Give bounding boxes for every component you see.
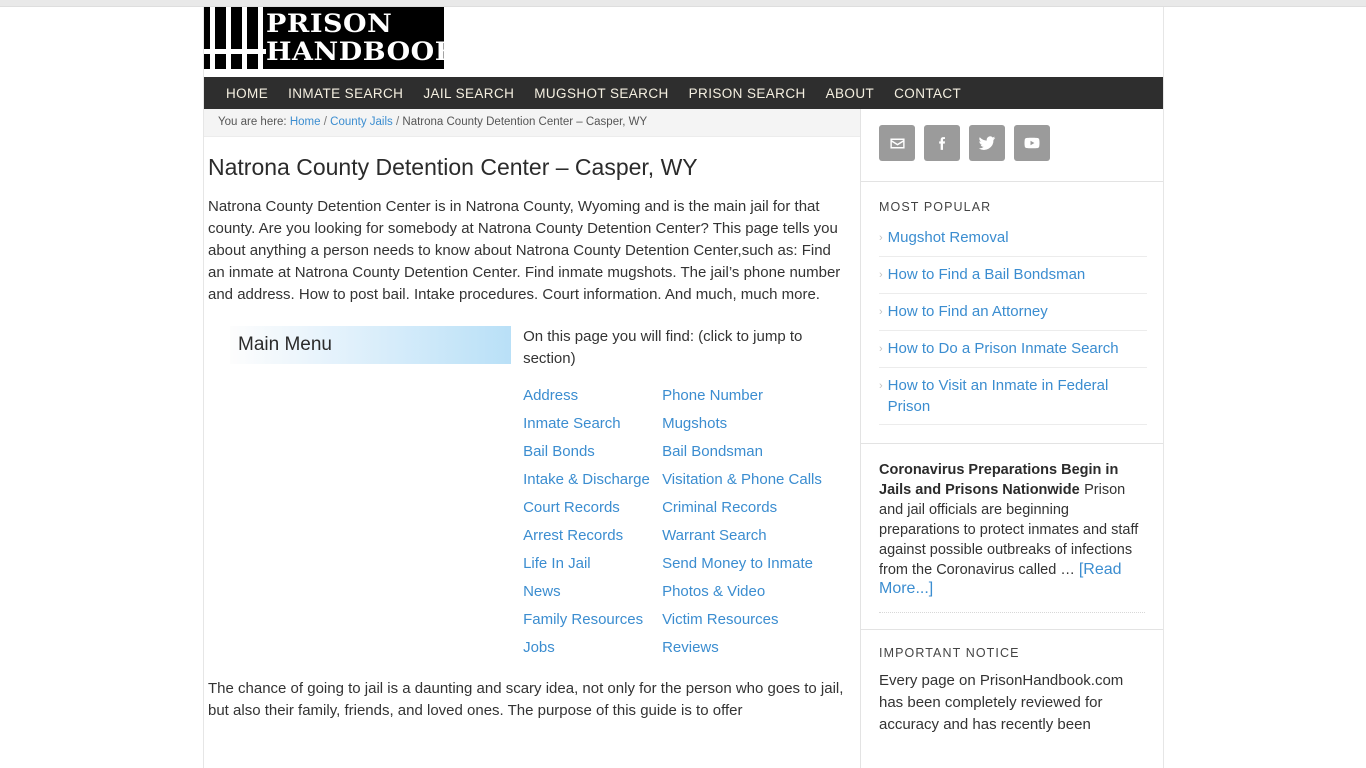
list-item[interactable]: › How to Do a Prison Inmate Search	[879, 331, 1147, 368]
list-item[interactable]: › How to Find a Bail Bondsman	[879, 257, 1147, 294]
jump-link-court-records[interactable]: Court Records	[523, 494, 662, 522]
news-divider	[879, 612, 1145, 613]
breadcrumb-prefix: You are here:	[218, 116, 287, 128]
prison-bars-icon	[204, 7, 266, 69]
news-widget: Coronavirus Preparations Begin in Jails …	[861, 444, 1163, 630]
popular-link-find-attorney[interactable]: How to Find an Attorney	[888, 301, 1048, 322]
jump-link-arrest-records[interactable]: Arrest Records	[523, 522, 662, 550]
site-header: PRISON HANDBOOK	[204, 7, 1163, 77]
top-gray-strip	[0, 0, 1366, 7]
jump-link-news[interactable]: News	[523, 578, 662, 606]
jump-link-bail-bonds[interactable]: Bail Bonds	[523, 438, 662, 466]
menu-and-links-row: Main Menu On this page you will find: (c…	[208, 326, 846, 662]
main-content: You are here: Home / County Jails / Natr…	[204, 109, 860, 768]
news-headline-link[interactable]: Coronavirus Preparations Begin in Jails …	[879, 462, 1118, 498]
nav-item-jail-search[interactable]: JAIL SEARCH	[413, 86, 524, 101]
jump-link-bail-bondsman[interactable]: Bail Bondsman	[662, 438, 846, 466]
most-popular-list: › Mugshot Removal › How to Find a Bail B…	[879, 220, 1147, 425]
important-notice-body: Every page on PrisonHandbook.com has bee…	[879, 672, 1124, 733]
facebook-icon[interactable]	[924, 125, 960, 161]
main-menu-label: Main Menu	[238, 334, 332, 355]
jump-link-phone-number[interactable]: Phone Number	[662, 382, 846, 410]
jump-link-family-resources[interactable]: Family Resources	[523, 606, 662, 634]
nav-item-about[interactable]: ABOUT	[816, 86, 885, 101]
on-this-page-text: On this page you will find: (click to ju…	[523, 328, 803, 367]
page-container: PRISON HANDBOOK HOME INMATE SEARCH JAIL …	[203, 7, 1164, 768]
chevron-right-icon: ›	[879, 269, 883, 281]
popular-link-prison-inmate-search[interactable]: How to Do a Prison Inmate Search	[888, 338, 1119, 359]
breadcrumb-separator-2: /	[395, 116, 400, 128]
jump-link-criminal-records[interactable]: Criminal Records	[662, 494, 846, 522]
important-notice-widget: IMPORTANT NOTICE Every page on PrisonHan…	[861, 630, 1163, 746]
nav-item-home[interactable]: HOME	[216, 86, 278, 101]
logo-line-prison: PRISON	[266, 9, 393, 38]
nav-item-prison-search[interactable]: PRISON SEARCH	[679, 86, 816, 101]
chevron-right-icon: ›	[879, 306, 883, 318]
page-title: Natrona County Detention Center – Casper…	[208, 154, 698, 180]
social-icon-row	[879, 125, 1145, 161]
popular-link-find-bail-bondsman[interactable]: How to Find a Bail Bondsman	[888, 264, 1086, 285]
jump-link-address[interactable]: Address	[523, 382, 662, 410]
jump-link-life-in-jail[interactable]: Life In Jail	[523, 550, 662, 578]
logo-line-handbook: HANDBOOK	[266, 37, 444, 66]
breadcrumb-separator-1: /	[323, 116, 327, 128]
list-item[interactable]: › How to Visit an Inmate in Federal Pris…	[879, 368, 1147, 425]
popular-link-mugshot-removal[interactable]: Mugshot Removal	[888, 227, 1009, 248]
chevron-right-icon: ›	[879, 380, 883, 392]
body-wrapper: You are here: Home / County Jails / Natr…	[204, 109, 1163, 768]
nav-item-inmate-search[interactable]: INMATE SEARCH	[278, 86, 413, 101]
social-widget	[861, 109, 1163, 182]
jump-link-reviews[interactable]: Reviews	[662, 634, 846, 662]
jump-link-send-money[interactable]: Send Money to Inmate	[662, 550, 846, 578]
important-notice-title: IMPORTANT NOTICE	[879, 646, 1020, 660]
breadcrumb-link-county-jails[interactable]: County Jails	[330, 116, 393, 128]
jump-link-jobs[interactable]: Jobs	[523, 634, 662, 662]
youtube-icon[interactable]	[1014, 125, 1050, 161]
breadcrumb-link-home[interactable]: Home	[290, 116, 321, 128]
chevron-right-icon: ›	[879, 232, 883, 244]
nav-item-mugshot-search[interactable]: MUGSHOT SEARCH	[524, 86, 678, 101]
chevron-right-icon: ›	[879, 343, 883, 355]
logo-wordmark: PRISON HANDBOOK	[266, 10, 444, 66]
jump-links-column: On this page you will find: (click to ju…	[523, 326, 846, 662]
sidebar: MOST POPULAR › Mugshot Removal › How to …	[860, 109, 1163, 768]
jump-link-warrant-search[interactable]: Warrant Search	[662, 522, 846, 550]
jump-link-intake-discharge[interactable]: Intake & Discharge	[523, 466, 662, 494]
jump-link-inmate-search[interactable]: Inmate Search	[523, 410, 662, 438]
most-popular-title: MOST POPULAR	[879, 200, 992, 214]
twitter-icon[interactable]	[969, 125, 1005, 161]
closing-paragraph: The chance of going to jail is a dauntin…	[208, 680, 844, 719]
email-icon[interactable]	[879, 125, 915, 161]
entry-body: Natrona County Detention Center – Casper…	[204, 137, 860, 722]
main-menu-header: Main Menu	[230, 326, 511, 364]
nav-item-contact[interactable]: CONTACT	[884, 86, 971, 101]
jump-link-victim-resources[interactable]: Victim Resources	[662, 606, 846, 634]
jump-link-photos-video[interactable]: Photos & Video	[662, 578, 846, 606]
intro-paragraph: Natrona County Detention Center is in Na…	[208, 198, 841, 303]
site-logo[interactable]: PRISON HANDBOOK	[204, 7, 444, 69]
popular-link-visit-federal-prison[interactable]: How to Visit an Inmate in Federal Prison	[888, 375, 1147, 417]
jump-link-visitation-phone[interactable]: Visitation & Phone Calls	[662, 466, 846, 494]
breadcrumb-current: Natrona County Detention Center – Casper…	[402, 116, 648, 128]
list-item[interactable]: › Mugshot Removal	[879, 220, 1147, 257]
jump-link-mugshots[interactable]: Mugshots	[662, 410, 846, 438]
main-menu-column: Main Menu	[208, 326, 523, 662]
primary-navigation: HOME INMATE SEARCH JAIL SEARCH MUGSHOT S…	[204, 77, 1163, 109]
jump-links-grid: Address Phone Number Inmate Search Mugsh…	[523, 382, 846, 662]
most-popular-widget: MOST POPULAR › Mugshot Removal › How to …	[861, 182, 1163, 444]
breadcrumb: You are here: Home / County Jails / Natr…	[204, 109, 860, 137]
list-item[interactable]: › How to Find an Attorney	[879, 294, 1147, 331]
